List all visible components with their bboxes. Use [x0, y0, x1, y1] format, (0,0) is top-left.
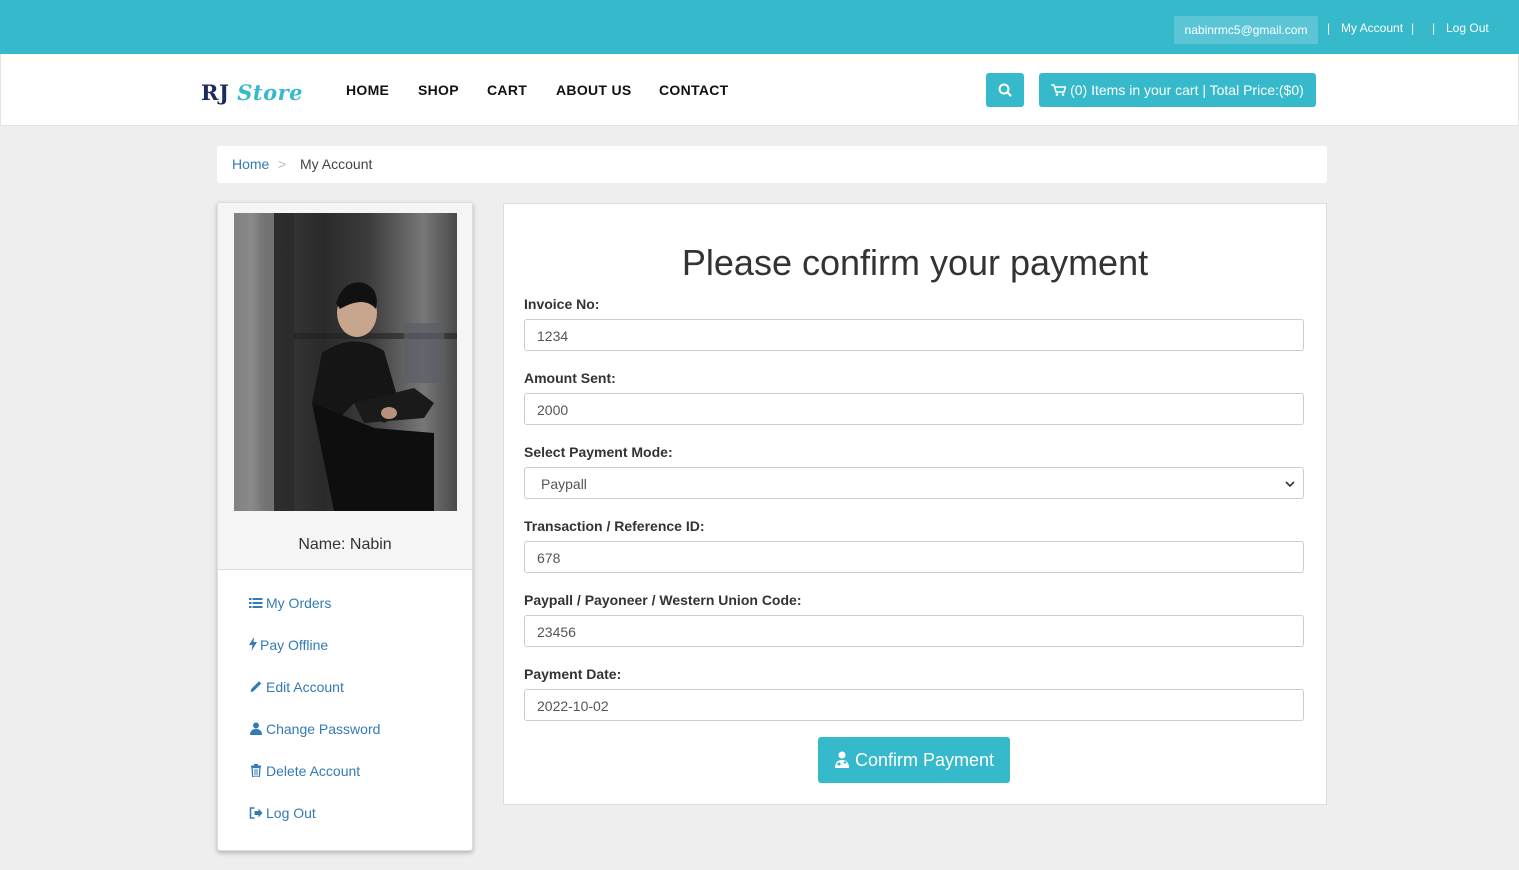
nav-about-us[interactable]: ABOUT US	[556, 82, 632, 98]
trash-icon	[251, 764, 261, 777]
transaction-id-label: Transaction / Reference ID:	[524, 518, 705, 534]
search-icon	[998, 83, 1012, 97]
profile-name: Name: Nabin	[298, 536, 392, 553]
sign-out-icon	[249, 807, 263, 819]
logo-rj-text: RJ	[201, 80, 230, 105]
invoice-input[interactable]: 1234	[524, 319, 1304, 351]
store-logo[interactable]: RJ Store	[201, 80, 303, 105]
menu-delete-account[interactable]: Delete Account	[249, 763, 360, 779]
cart-summary-button[interactable]: (0) Items in your cart | Total Price:($0…	[1039, 73, 1316, 107]
nav-contact[interactable]: CONTACT	[659, 82, 729, 98]
account-sidebar: Name: Nabin My Orders Pay Offline Edit A…	[217, 202, 473, 851]
menu-my-orders[interactable]: My Orders	[249, 595, 331, 611]
amount-input[interactable]: 2000	[524, 393, 1304, 425]
menu-my-orders-label: My Orders	[266, 595, 332, 611]
nav-cart[interactable]: CART	[487, 82, 527, 98]
payment-date-label: Payment Date:	[524, 666, 622, 682]
breadcrumb-current: My Account	[300, 156, 373, 172]
form-title: Please confirm your payment	[681, 242, 1149, 283]
payment-mode-select[interactable]: Paypall	[524, 467, 1304, 499]
menu-change-password[interactable]: Change Password	[249, 721, 380, 737]
my-account-link[interactable]: My Account	[1341, 21, 1403, 35]
chevron-down-icon	[1285, 468, 1295, 513]
menu-delete-account-label: Delete Account	[266, 763, 361, 779]
payment-mode-label: Select Payment Mode:	[524, 444, 673, 460]
profile-photo-image	[234, 213, 457, 511]
menu-change-password-label: Change Password	[266, 721, 381, 737]
invoice-label: Invoice No:	[524, 296, 600, 312]
payment-date-input[interactable]: 2022-10-02	[524, 689, 1304, 721]
menu-log-out-label: Log Out	[266, 805, 316, 821]
menu-log-out[interactable]: Log Out	[249, 805, 316, 821]
search-button[interactable]	[986, 73, 1024, 107]
transaction-id-input[interactable]: 678	[524, 541, 1304, 573]
log-out-link[interactable]: Log Out	[1446, 21, 1489, 35]
payment-confirmation-panel: Please confirm your payment Invoice No: …	[503, 203, 1327, 805]
payment-code-input[interactable]: 23456	[524, 615, 1304, 647]
cart-summary-text: (0) Items in your cart | Total Price:($0…	[1070, 82, 1304, 98]
pencil-icon	[250, 681, 262, 692]
bolt-icon	[249, 637, 257, 651]
confirm-payment-button[interactable]: Confirm Payment	[818, 737, 1010, 783]
breadcrumb: Home > My Account	[217, 146, 1327, 183]
breadcrumb-home[interactable]: Home	[232, 146, 269, 182]
top-bar: nabinrmc5@gmail.com | My Account | | Log…	[0, 0, 1519, 54]
main-navbar: RJ Store HOME SHOP CART ABOUT US CONTACT…	[0, 54, 1519, 126]
top-separator: |	[1327, 21, 1331, 35]
user-md-icon	[834, 751, 849, 768]
cart-icon	[1051, 84, 1067, 96]
menu-edit-account-label: Edit Account	[266, 679, 344, 695]
confirm-payment-label: Confirm Payment	[854, 750, 995, 770]
nav-home[interactable]: HOME	[346, 82, 389, 98]
menu-pay-offline[interactable]: Pay Offline	[249, 637, 328, 653]
user-icon	[250, 722, 262, 735]
menu-edit-account[interactable]: Edit Account	[249, 679, 344, 695]
profile-photo	[234, 213, 457, 511]
payment-mode-value: Paypall	[541, 476, 587, 492]
profile-card: Name: Nabin	[218, 203, 472, 570]
payment-code-label: Paypall / Payoneer / Western Union Code:	[524, 592, 802, 608]
list-icon	[249, 598, 263, 608]
user-email-link[interactable]: nabinrmc5@gmail.com	[1174, 16, 1318, 44]
top-separator: |	[1432, 21, 1436, 35]
nav-shop[interactable]: SHOP	[418, 82, 459, 98]
amount-label: Amount Sent:	[524, 370, 616, 386]
menu-pay-offline-label: Pay Offline	[260, 637, 329, 653]
logo-store-text: Store	[237, 80, 304, 105]
breadcrumb-separator: >	[278, 156, 287, 172]
top-separator: |	[1411, 21, 1415, 35]
